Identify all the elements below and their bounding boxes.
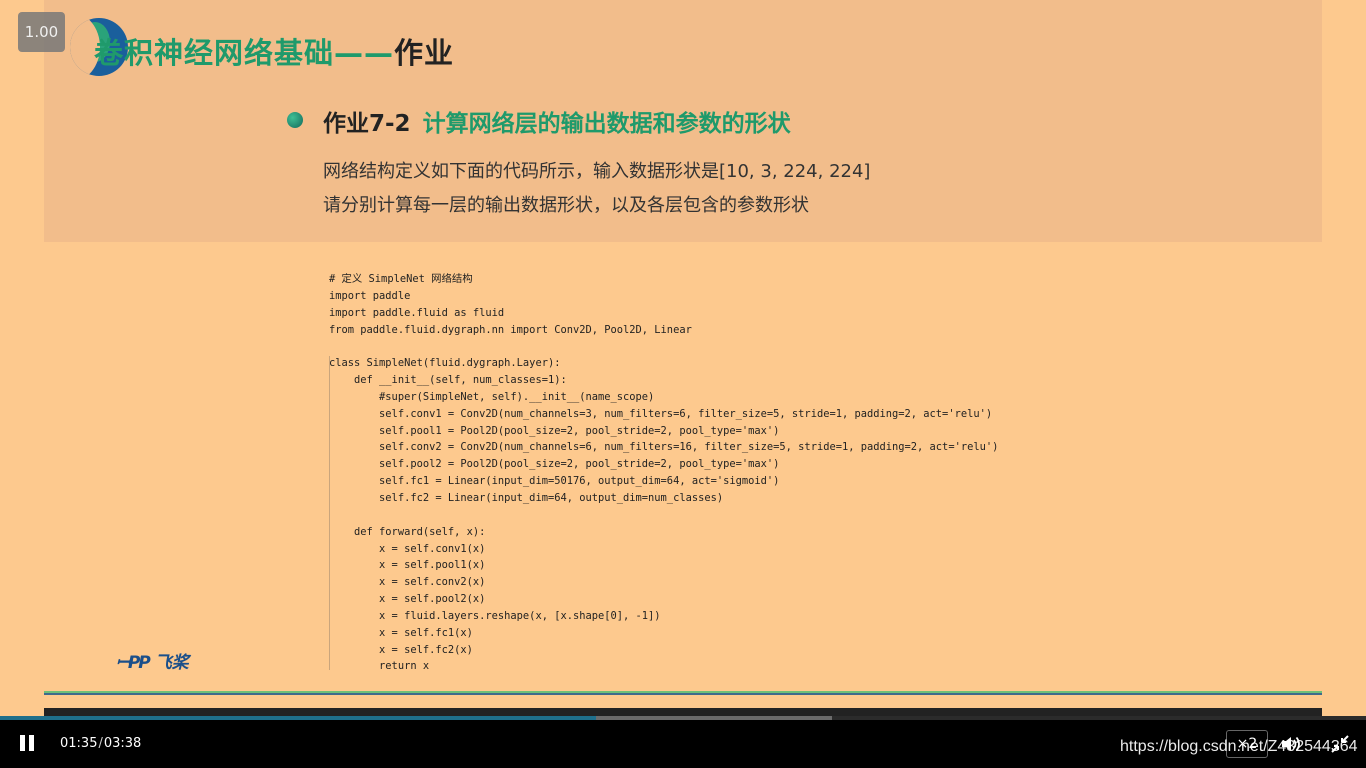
time-display: 01:35/03:38 [60,736,141,751]
slide-divider-blue [44,693,1322,695]
code-line: from paddle.fluid.dygraph.nn import Conv… [329,323,692,336]
description-line-1: 网络结构定义如下面的代码所示，输入数据形状是[10, 3, 224, 224] [323,161,871,182]
code-line: self.pool2 = Pool2D(pool_size=2, pool_st… [329,458,780,471]
code-line: x = self.fc2(x) [329,643,473,656]
paddle-brand-logo: ꟷPP 飞桨 [116,648,189,673]
code-line: x = self.conv1(x) [329,542,486,555]
total-time: 03:38 [103,736,142,751]
code-line: # 定义 SimpleNet 网络结构 [329,273,473,285]
code-line: #super(SimpleNet, self).__init__(name_sc… [329,390,655,403]
code-line: self.conv1 = Conv2D(num_channels=3, num_… [329,407,993,420]
brand-text: 飞桨 [154,653,189,673]
code-line: x = self.pool1(x) [329,559,486,572]
slide-title-main: 卷积神经网络基础—— [94,36,395,70]
code-line: x = fluid.layers.reshape(x, [x.shape[0],… [329,609,661,622]
brand-mark-icon: ꟷPP [116,653,151,673]
code-line: self.pool1 = Pool2D(pool_size=2, pool_st… [329,424,780,437]
progress-played [0,716,596,720]
slide-title-suffix: 作业 [394,36,455,70]
code-line: x = self.pool2(x) [329,593,486,606]
progress-bar[interactable] [0,716,1366,720]
pause-button[interactable] [18,734,38,754]
bullet-icon [287,112,303,128]
code-block: # 定义 SimpleNet 网络结构 import paddle import p… [329,271,998,675]
code-line: x = self.conv2(x) [329,576,486,589]
code-line: self.fc2 = Linear(input_dim=64, output_d… [329,491,724,504]
watermark-url: https://blog.csdn.net/Z432544364 [1120,738,1358,755]
code-line: import paddle [329,289,411,302]
current-time: 01:35 [60,736,98,751]
description-line-2: 请分别计算每一层的输出数据形状，以及各层包含的参数形状 [323,195,809,216]
task-title: 计算网络层的输出数据和参数的形状 [422,111,791,137]
slide-bottom-band [44,708,1322,716]
code-line: import paddle.fluid as fluid [329,306,505,319]
code-line: self.fc1 = Linear(input_dim=50176, outpu… [329,475,780,488]
code-line: return x [329,660,430,673]
task-number: 作业7-2 [323,111,411,137]
time-separator: / [98,736,103,751]
code-line: def forward(self, x): [329,525,486,538]
slide-title: 卷积神经网络基础——作业 [94,30,454,72]
code-line: self.conv2 = Conv2D(num_channels=6, num_… [329,441,999,454]
task-heading: 作业7-2 计算网络层的输出数据和参数的形状 [323,104,791,138]
code-line: def __init__(self, num_classes=1): [329,374,567,387]
code-line: class SimpleNet(fluid.dygraph.Layer): [329,357,561,370]
code-line: x = self.fc1(x) [329,626,473,639]
playback-speed-badge: 1.00 [18,12,65,52]
